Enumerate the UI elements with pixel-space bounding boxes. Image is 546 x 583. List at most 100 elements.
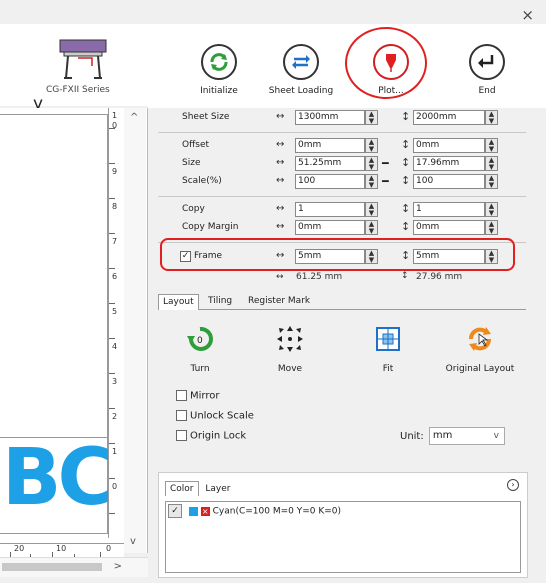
sheet-loading-button[interactable]: Sheet Loading — [256, 44, 346, 96]
ruler-number: 5 — [112, 307, 118, 316]
mirror-checkbox[interactable] — [176, 390, 187, 401]
horizontal-arrow-icon: ↔ — [276, 111, 285, 122]
vertical-scrollbar[interactable]: ^ v — [124, 108, 146, 553]
ruler-number: 3 — [112, 377, 118, 386]
end-button[interactable]: End — [442, 44, 532, 96]
scroll-right-icon[interactable]: > — [114, 561, 122, 572]
size-width-field[interactable]: 51.25mm — [295, 156, 365, 171]
vertical-arrow-icon: ↕ — [401, 202, 411, 215]
copy-label: Copy — [182, 204, 205, 214]
layout-tabs: Layout Tiling Register Mark — [158, 292, 526, 310]
list-item[interactable]: ✓ × Cyan(C=100 M=0 Y=0 K=0) — [168, 504, 341, 518]
copy-x-stepper[interactable]: ▲ ▼ — [365, 202, 378, 217]
horizontal-scrollbar[interactable]: > — [0, 557, 148, 577]
fit-button[interactable]: Fit — [348, 322, 428, 374]
tab-color[interactable]: Color — [165, 481, 199, 496]
canvas-text-object[interactable]: BC — [2, 433, 115, 523]
copy-margin-y-stepper[interactable]: ▲ ▼ — [485, 220, 498, 235]
offset-x-stepper[interactable]: ▲ ▼ — [365, 138, 378, 153]
frame-highlight-box — [160, 238, 515, 271]
scroll-thumb[interactable] — [2, 563, 102, 571]
ruler-number: 2 — [112, 412, 118, 421]
close-icon[interactable]: × — [521, 6, 534, 24]
copy-margin-x-stepper[interactable]: ▲ ▼ — [365, 220, 378, 235]
sheet-width-stepper[interactable]: ▲ ▼ — [365, 110, 378, 125]
ruler-number: 0 — [106, 544, 112, 553]
color-list: ✓ × Cyan(C=100 M=0 Y=0 K=0) — [165, 501, 521, 573]
copy-margin-y-field[interactable]: 0mm — [413, 220, 485, 235]
device-label: CG-FXII Series — [46, 85, 110, 95]
sheet-width-field[interactable]: 1300mm — [295, 110, 365, 125]
aspect-link-icon[interactable]: ━ — [382, 175, 389, 188]
ruler-number: 0 — [112, 121, 118, 130]
scale-x-field[interactable]: 100 — [295, 174, 365, 189]
scale-y-field[interactable]: 100 — [413, 174, 485, 189]
unit-dropdown[interactable]: mm v — [428, 427, 505, 445]
ruler-number: 1 — [112, 447, 118, 456]
copy-y-stepper[interactable]: ▲ ▼ — [485, 202, 498, 217]
sheet-size-label: Sheet Size — [182, 112, 230, 122]
scroll-up-icon[interactable]: ^ — [130, 112, 138, 123]
preview-canvas[interactable]: BC 1 0 9 8 7 6 5 4 3 2 1 0 ^ v — [0, 108, 148, 553]
mirror-option[interactable]: Mirror — [176, 390, 219, 402]
offset-y-stepper[interactable]: ▲ ▼ — [485, 138, 498, 153]
device-panel: CG-FXII Series — [0, 24, 148, 106]
fit-label: Fit — [382, 364, 394, 374]
scroll-down-icon[interactable]: v — [130, 536, 136, 547]
copy-margin-row: Copy Margin ↔ 0mm ▲ ▼ ↕ 0mm ▲ ▼ — [158, 220, 526, 236]
ruler-number: 7 — [112, 237, 118, 246]
tab-layer[interactable]: Layer — [201, 482, 234, 496]
size-height-stepper[interactable]: ▲ ▼ — [485, 156, 498, 171]
ruler-number: 8 — [112, 202, 118, 211]
end-label: End — [478, 86, 496, 96]
copy-margin-label: Copy Margin — [182, 222, 239, 232]
color-swatch — [188, 506, 198, 516]
total-width-value: 61.25 mm — [296, 272, 343, 282]
offset-x-field[interactable]: 0mm — [295, 138, 365, 153]
sheet-height-stepper[interactable]: ▲ ▼ — [485, 110, 498, 125]
copy-y-field[interactable]: 1 — [413, 202, 485, 217]
ruler-number: 4 — [112, 342, 118, 351]
offset-y-field[interactable]: 0mm — [413, 138, 485, 153]
size-row: Size ↔ 51.25mm ▲ ▼ ━ ↕ 17.96mm ▲ ▼ — [158, 156, 526, 172]
swap-arrows-icon — [283, 44, 319, 80]
vertical-arrow-icon: ↕ — [401, 110, 411, 123]
color-enable-checkbox[interactable]: ✓ — [168, 504, 182, 518]
unlock-scale-checkbox[interactable] — [176, 410, 187, 421]
ruler-number: 0 — [112, 482, 118, 491]
unit-value: mm — [432, 430, 453, 441]
ruler-number: 20 — [14, 544, 25, 553]
origin-lock-option[interactable]: Origin Lock — [176, 430, 246, 442]
initialize-button[interactable]: Initialize — [174, 44, 264, 96]
rotate-icon: 0 — [183, 322, 217, 356]
original-layout-button[interactable]: Original Layout — [434, 322, 526, 374]
original-layout-label: Original Layout — [445, 364, 515, 374]
aspect-link-icon[interactable]: ━ — [382, 157, 389, 170]
window: × CG-FXII Series y BC 1 0 9 8 7 6 5 4 3 … — [0, 0, 546, 583]
copy-x-field[interactable]: 1 — [295, 202, 365, 217]
move-button[interactable]: Move — [250, 322, 330, 374]
tab-register-mark[interactable]: Register Mark — [244, 294, 314, 310]
size-width-stepper[interactable]: ▲ ▼ — [365, 156, 378, 171]
media-sheet: BC — [0, 114, 115, 534]
horizontal-ruler: 20 10 0 — [0, 543, 124, 557]
initialize-label: Initialize — [200, 86, 238, 96]
horizontal-arrow-icon: ↔ — [276, 175, 285, 186]
size-label: Size — [182, 158, 201, 168]
chevron-down-icon: v — [493, 431, 499, 441]
scale-x-stepper[interactable]: ▲ ▼ — [365, 174, 378, 189]
origin-lock-checkbox[interactable] — [176, 430, 187, 441]
tab-layout[interactable]: Layout — [158, 294, 199, 310]
unlock-scale-option[interactable]: Unlock Scale — [176, 410, 254, 422]
expand-icon[interactable]: › — [507, 479, 519, 491]
move-label: Move — [277, 364, 303, 374]
tab-tiling[interactable]: Tiling — [204, 294, 236, 310]
scale-row: Scale(%) ↔ 100 ▲ ▼ ━ ↕ 100 ▲ ▼ — [158, 174, 526, 190]
offset-row: Offset ↔ 0mm ▲ ▼ ↕ 0mm ▲ ▼ — [158, 138, 526, 154]
size-height-field[interactable]: 17.96mm — [413, 156, 485, 171]
horizontal-arrow-icon: ↔ — [276, 157, 285, 168]
scale-y-stepper[interactable]: ▲ ▼ — [485, 174, 498, 189]
copy-margin-x-field[interactable]: 0mm — [295, 220, 365, 235]
turn-button[interactable]: 0 Turn — [160, 322, 240, 374]
sheet-height-field[interactable]: 2000mm — [413, 110, 485, 125]
